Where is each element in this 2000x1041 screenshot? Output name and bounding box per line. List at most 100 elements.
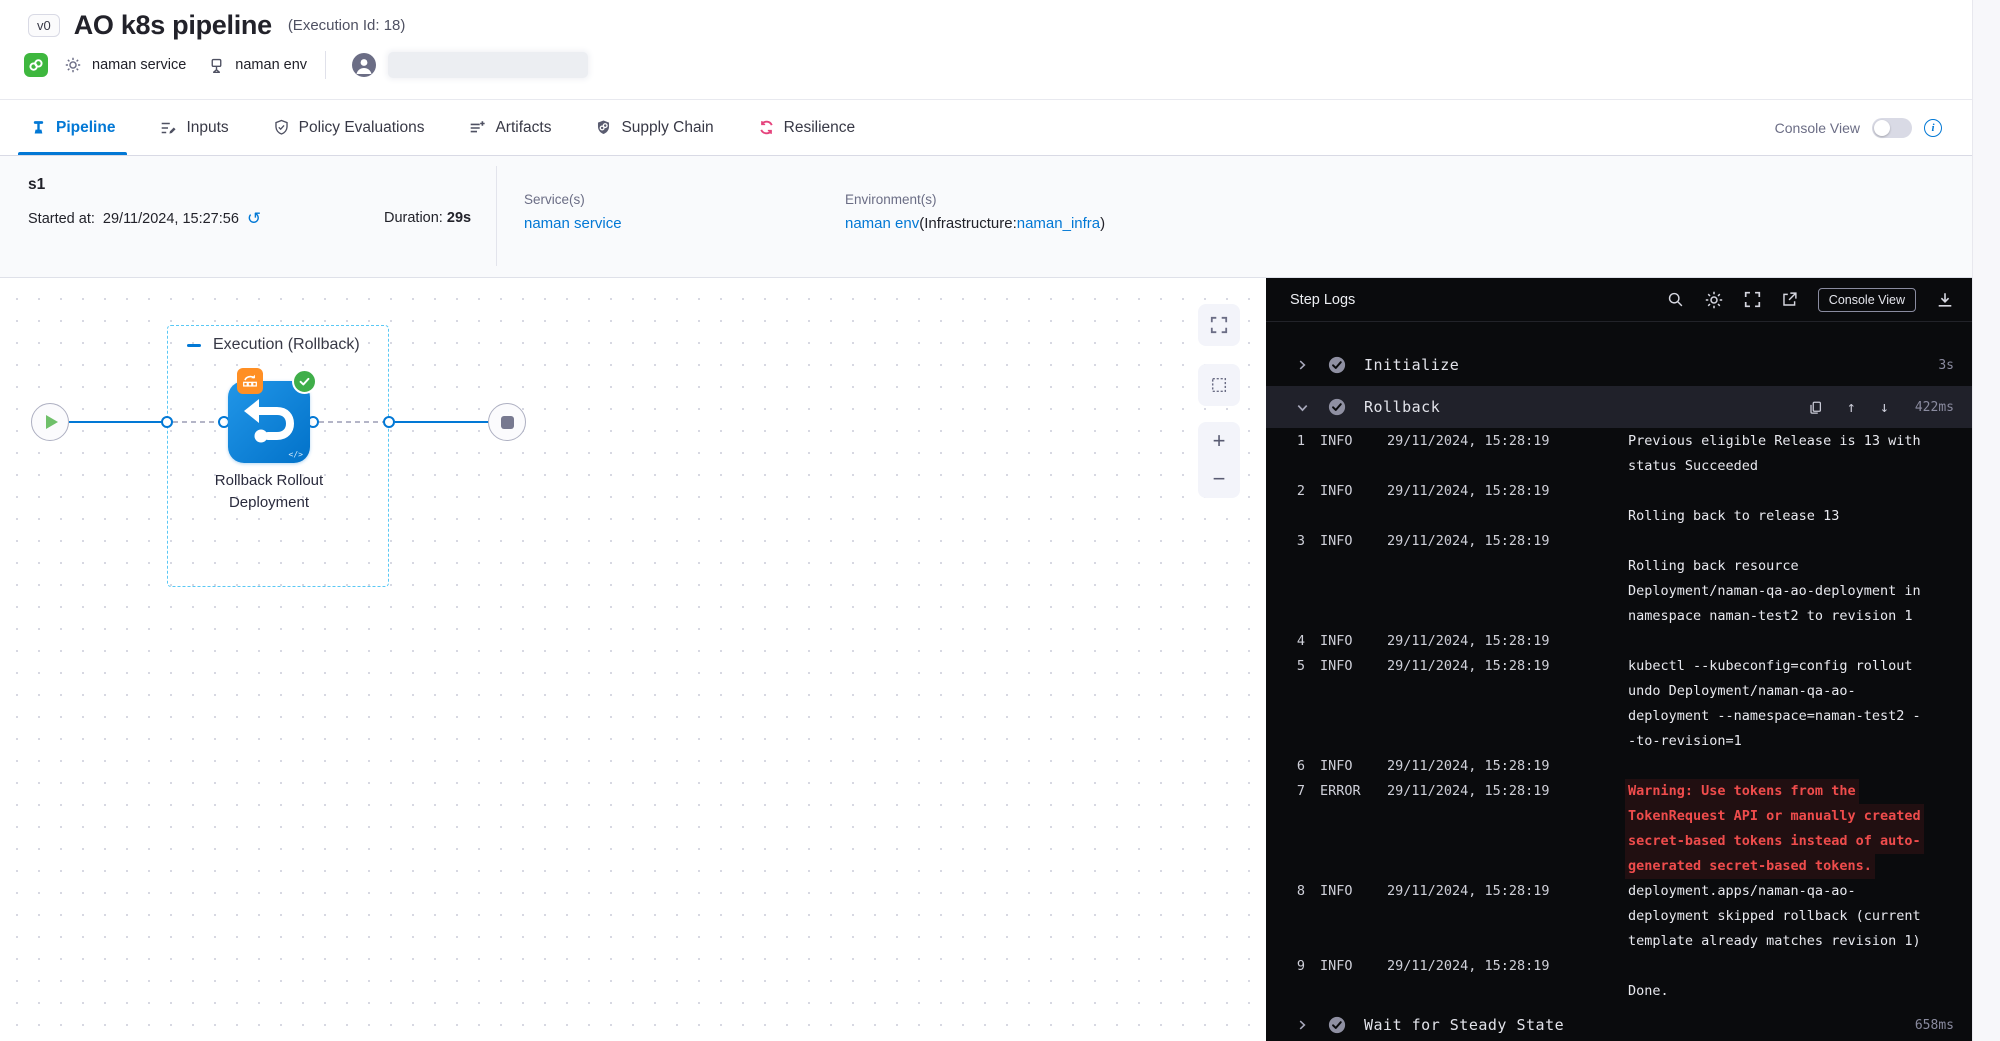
chevron-down-icon <box>1296 401 1310 414</box>
tab-label: Inputs <box>186 119 228 137</box>
log-lines: 1INFO29/11/2024, 15:28:19Previous eligib… <box>1266 428 1972 1004</box>
success-check-icon <box>1328 398 1346 416</box>
environment-icon <box>208 57 225 74</box>
tab-label: Artifacts <box>495 119 551 137</box>
scroll-up-icon[interactable]: ↑ <box>1847 398 1856 416</box>
tab-inputs[interactable]: Inputs <box>159 100 228 155</box>
console-view-toggle[interactable] <box>1872 118 1912 138</box>
log-settings-gear-icon[interactable] <box>1704 290 1724 310</box>
download-logs-icon[interactable] <box>1936 291 1954 309</box>
inputs-icon <box>159 119 177 137</box>
log-line-number: 7 <box>1291 779 1305 804</box>
success-check-icon <box>1328 356 1346 374</box>
log-timestamp: 29/11/2024, 15:28:19 <box>1387 654 1622 679</box>
infra-suffix: ) <box>1100 215 1105 232</box>
log-entry: 9INFO29/11/2024, 15:28:19Done. <box>1266 954 1972 1004</box>
log-message: Warning: Use tokens from theTokenRequest… <box>1628 779 1958 879</box>
edge-group-to-end <box>395 421 489 423</box>
pipeline-icon <box>30 119 47 136</box>
log-level: INFO <box>1320 754 1380 779</box>
step-name: Wait for Steady State <box>1364 1016 1564 1034</box>
log-level: INFO <box>1320 479 1380 504</box>
log-timestamp: 29/11/2024, 15:28:19 <box>1387 754 1622 779</box>
page-scrollbar[interactable] <box>1972 0 2000 1041</box>
tab-label: Pipeline <box>56 119 115 137</box>
rollout-badge-icon <box>237 368 263 394</box>
pipeline-execution-page: v0 AO k8s pipeline (Execution Id: 18) na… <box>0 0 2000 1041</box>
step-row-rollback[interactable]: Rollback ↑ ↓ 422ms <box>1266 386 1972 428</box>
environments-label: Environment(s) <box>845 192 1105 207</box>
code-glyph: </> <box>289 450 303 459</box>
stage-summary: s1 Started at: 29/11/2024, 15:27:56 ↺ Du… <box>0 156 1972 278</box>
header-service-name: naman service <box>92 57 186 73</box>
tab-policy-evaluations[interactable]: Policy Evaluations <box>273 100 425 155</box>
log-level: INFO <box>1320 954 1380 979</box>
log-line-number: 6 <box>1291 754 1305 779</box>
search-icon[interactable] <box>1667 291 1684 308</box>
connector-ring <box>383 416 395 428</box>
environment-link[interactable]: naman env <box>845 215 919 232</box>
log-message: Rolling back to release 13 <box>1628 479 1958 529</box>
tab-resilience[interactable]: Resilience <box>758 100 856 155</box>
log-level: INFO <box>1320 879 1380 904</box>
rollback-step-node[interactable]: </> <box>228 381 310 463</box>
divider <box>325 51 326 79</box>
user-avatar <box>352 53 376 77</box>
log-timestamp: 29/11/2024, 15:28:19 <box>1387 529 1622 554</box>
zoom-in-button[interactable]: + <box>1213 430 1226 452</box>
console-view-label: Console View <box>1775 120 1860 136</box>
console-view-button[interactable]: Console View <box>1818 288 1916 312</box>
service-link[interactable]: naman service <box>524 215 622 232</box>
step-duration: 658ms <box>1915 1018 1954 1033</box>
info-icon[interactable]: i <box>1924 119 1942 137</box>
log-level: INFO <box>1320 429 1380 454</box>
log-line-number: 3 <box>1291 529 1305 554</box>
log-message: Previous eligible Release is 13 withstat… <box>1628 429 1958 479</box>
collapse-group-button[interactable] <box>186 338 201 353</box>
copy-logs-icon[interactable] <box>1808 400 1823 415</box>
marquee-select-button[interactable] <box>1198 364 1240 406</box>
infrastructure-link[interactable]: naman_infra <box>1017 215 1100 232</box>
zoom-controls: + − <box>1198 422 1240 498</box>
log-line-number: 5 <box>1291 654 1305 679</box>
header-environment-name: naman env <box>235 57 307 73</box>
step-duration: 3s <box>1938 358 1954 373</box>
tab-pipeline[interactable]: Pipeline <box>30 100 115 155</box>
step-row-wait-for-steady-state[interactable]: Wait for Steady State 658ms <box>1266 1004 1972 1041</box>
log-entry: 1INFO29/11/2024, 15:28:19Previous eligib… <box>1266 429 1972 479</box>
log-timestamp: 29/11/2024, 15:28:19 <box>1387 779 1622 804</box>
success-check-badge <box>292 369 317 394</box>
pipeline-canvas[interactable]: Execution (Rollback) </> Rollback Rollou… <box>0 278 1266 1041</box>
start-node <box>31 403 69 441</box>
tab-label: Policy Evaluations <box>299 119 425 137</box>
step-duration: 422ms <box>1915 400 1954 415</box>
expand-logs-icon[interactable] <box>1744 291 1761 308</box>
execution-id: (Execution Id: 18) <box>288 17 406 34</box>
fullscreen-canvas-button[interactable] <box>1198 304 1240 346</box>
version-badge: v0 <box>28 14 60 37</box>
log-entry: 7ERROR29/11/2024, 15:28:19Warning: Use t… <box>1266 779 1972 879</box>
supply-chain-shield-icon <box>595 119 612 136</box>
services-label: Service(s) <box>524 192 622 207</box>
stage-name: s1 <box>28 176 45 194</box>
duration-value: 29s <box>447 210 471 226</box>
scroll-down-icon[interactable]: ↓ <box>1880 398 1889 416</box>
step-row-initialize[interactable]: Initialize 3s <box>1266 344 1972 386</box>
log-line-number: 8 <box>1291 879 1305 904</box>
gear-icon <box>64 56 82 74</box>
step-logs-panel: Step Logs Console View <box>1266 278 1972 1041</box>
log-panel-header: Step Logs Console View <box>1266 278 1972 322</box>
zoom-out-button[interactable]: − <box>1213 468 1226 490</box>
edge-start-to-group <box>69 421 167 423</box>
log-line-number: 2 <box>1291 479 1305 504</box>
log-entry: 5INFO29/11/2024, 15:28:19kubectl --kubec… <box>1266 654 1972 754</box>
tab-artifacts[interactable]: Artifacts <box>468 100 551 155</box>
log-line-number: 4 <box>1291 629 1305 654</box>
log-message: kubectl --kubeconfig=config rolloutundo … <box>1628 654 1958 754</box>
tab-supply-chain[interactable]: Supply Chain <box>595 100 713 155</box>
log-entry: 8INFO29/11/2024, 15:28:19deployment.apps… <box>1266 879 1972 954</box>
open-in-new-icon[interactable] <box>1781 291 1798 308</box>
execution-history-icon[interactable]: ↺ <box>247 210 261 227</box>
log-timestamp: 29/11/2024, 15:28:19 <box>1387 629 1622 654</box>
group-label: Execution (Rollback) <box>213 336 360 354</box>
